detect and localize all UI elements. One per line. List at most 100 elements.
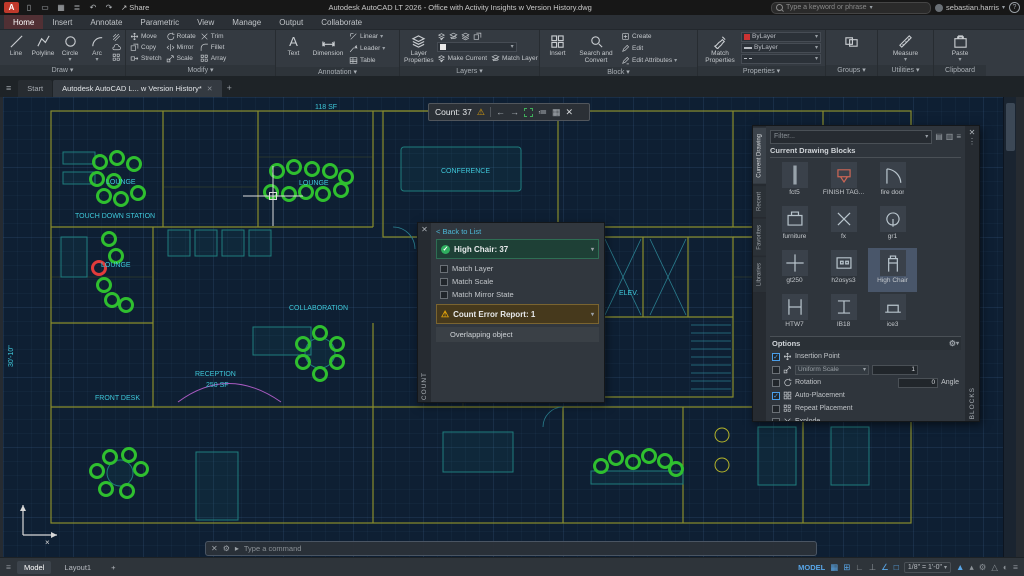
status-toggle-isolate[interactable]: ◐ bbox=[1003, 563, 1008, 572]
close-icon[interactable]: ✕ bbox=[421, 225, 428, 234]
block-item-htw7[interactable]: HTW7 bbox=[770, 292, 819, 336]
edit-block-button[interactable]: Edit bbox=[621, 43, 677, 54]
block-item-high-chair[interactable]: High Chair bbox=[868, 248, 917, 292]
block-item-gt250[interactable]: gt250 bbox=[770, 248, 819, 292]
count-group-header[interactable]: ✓ High Chair: 37 ▾ bbox=[436, 239, 599, 259]
new-file-icon[interactable]: ▯ bbox=[23, 2, 35, 13]
panel-label-utilities[interactable]: Utilities ▾ bbox=[878, 65, 933, 76]
scale-value-input[interactable]: 1 bbox=[872, 365, 918, 375]
chair-block[interactable] bbox=[132, 187, 145, 200]
close-icon[interactable]: ✕ bbox=[211, 544, 218, 553]
ribbon-tab-output[interactable]: Output bbox=[270, 15, 312, 29]
chevron-up-icon[interactable]: ▾ bbox=[956, 340, 959, 347]
checkbox[interactable]: ✓ bbox=[772, 353, 780, 361]
checkbox[interactable] bbox=[772, 418, 780, 422]
linear-button[interactable]: Linear▾ bbox=[349, 31, 385, 42]
insert-button[interactable]: Insert bbox=[544, 31, 571, 66]
tab-layout1[interactable]: Layout1 bbox=[57, 561, 98, 574]
circle-button[interactable]: Circle▾ bbox=[58, 31, 82, 64]
count-selection-icon[interactable] bbox=[524, 108, 533, 117]
chair-block[interactable] bbox=[610, 452, 623, 465]
layer-lock-icon[interactable] bbox=[461, 32, 470, 41]
auto-hide-icon[interactable]: ⋮ bbox=[968, 137, 976, 146]
chair-block[interactable] bbox=[306, 163, 319, 176]
option-rotation[interactable]: Rotation0Angle bbox=[770, 376, 961, 389]
hatch-icon[interactable] bbox=[112, 33, 121, 42]
move-button[interactable]: Move bbox=[130, 31, 162, 42]
match-layer-button[interactable]: Match Layer bbox=[491, 53, 538, 64]
rotate-button[interactable]: Rotate bbox=[166, 31, 196, 42]
chair-block[interactable] bbox=[128, 158, 141, 171]
account-menu[interactable]: sebastian.harris ▾ bbox=[935, 3, 1005, 12]
status-toggle-polar[interactable]: ∠ bbox=[881, 563, 889, 572]
match-properties-button[interactable]: Match Properties bbox=[702, 31, 738, 65]
blocks-tab-libraries[interactable]: Libraries bbox=[753, 257, 766, 292]
library-icon[interactable]: ▤ bbox=[935, 132, 943, 141]
next-icon[interactable]: → bbox=[510, 108, 519, 117]
chair-block[interactable] bbox=[317, 188, 330, 201]
option-auto-placement[interactable]: ✓Auto-Placement bbox=[770, 389, 961, 402]
chair-block[interactable] bbox=[103, 233, 116, 246]
block-item-fx[interactable]: fx bbox=[819, 204, 868, 248]
close-icon[interactable]: ✕ bbox=[565, 108, 573, 117]
save-icon[interactable]: ▦ bbox=[55, 2, 67, 13]
checkbox[interactable] bbox=[772, 366, 780, 374]
ribbon-tab-manage[interactable]: Manage bbox=[223, 15, 270, 29]
block-item-h2osys3[interactable]: h2osys3 bbox=[819, 248, 868, 292]
chair-block[interactable] bbox=[121, 485, 134, 498]
panel-label-groups[interactable]: Groups ▾ bbox=[826, 65, 877, 76]
tab-model[interactable]: Model bbox=[17, 561, 51, 574]
table-button[interactable]: Table bbox=[349, 55, 385, 66]
chair-block[interactable] bbox=[98, 190, 111, 203]
help-icon[interactable]: ? bbox=[1009, 2, 1020, 13]
chair-block[interactable] bbox=[314, 368, 327, 381]
share-button[interactable]: ↗Share bbox=[121, 3, 149, 12]
chair-block[interactable] bbox=[271, 165, 284, 178]
panel-label-clipboard[interactable]: Clipboard bbox=[934, 65, 986, 76]
copy-button[interactable]: Copy bbox=[130, 42, 162, 53]
status-toggle-infer[interactable]: ∟ bbox=[855, 563, 863, 572]
dimension-button[interactable]: Dimension bbox=[310, 31, 346, 66]
scrollbar-thumb[interactable] bbox=[1006, 103, 1015, 151]
scale-button[interactable]: Scale bbox=[166, 53, 196, 64]
redo-icon[interactable]: ↷ bbox=[103, 2, 115, 13]
edit-attributes-button[interactable]: Edit Attributes▾ bbox=[621, 55, 677, 66]
status-toggle-annotation-monitor[interactable]: △ bbox=[991, 563, 998, 572]
block-item-gr1[interactable]: gr1 bbox=[868, 204, 917, 248]
new-tab-button[interactable]: + bbox=[227, 83, 232, 93]
undo-icon[interactable]: ↶ bbox=[87, 2, 99, 13]
array-button[interactable]: Array bbox=[200, 53, 227, 64]
close-icon[interactable]: ✕ bbox=[207, 85, 213, 93]
blocks-tab-recent[interactable]: Recent bbox=[753, 186, 766, 217]
measure-button[interactable]: Measure▾ bbox=[888, 31, 924, 64]
open-file-icon[interactable]: ▭ bbox=[39, 2, 51, 13]
status-toggle-customization[interactable]: ≡ bbox=[1013, 563, 1018, 572]
vertical-scrollbar[interactable] bbox=[1003, 97, 1016, 557]
line-button[interactable]: Line bbox=[4, 31, 28, 64]
polyline-button[interactable]: Polyline bbox=[31, 31, 55, 64]
count-warning-icon[interactable]: ⚠ bbox=[477, 108, 485, 117]
option-insertion-point[interactable]: ✓Insertion Point bbox=[770, 350, 961, 363]
chair-block[interactable] bbox=[111, 152, 124, 165]
customize-icon[interactable]: ⚙ bbox=[223, 544, 230, 553]
palette-menu-icon[interactable]: ≡ bbox=[956, 132, 961, 141]
layer-select[interactable]: ▾ bbox=[437, 42, 517, 52]
status-toggle-autoscale[interactable]: ▴ bbox=[969, 563, 973, 572]
status-toggle-annotation-visibility[interactable]: ▲ bbox=[956, 563, 964, 572]
tab-start[interactable]: Start bbox=[18, 80, 52, 97]
model-space-button[interactable]: MODEL bbox=[798, 563, 825, 572]
ribbon-tab-insert[interactable]: Insert bbox=[43, 15, 81, 29]
chair-block[interactable] bbox=[324, 165, 337, 178]
gear-icon[interactable]: ⚙ bbox=[949, 339, 956, 348]
chair-block[interactable] bbox=[106, 294, 119, 307]
chair-block[interactable] bbox=[627, 456, 640, 469]
search-input[interactable]: Type a keyword or phrase ▾ bbox=[771, 2, 931, 14]
annotation-scale-button[interactable]: 1/8" = 1'-0"▾ bbox=[904, 562, 951, 573]
chair-block[interactable] bbox=[100, 483, 113, 496]
file-tab-menu-icon[interactable]: ≡ bbox=[6, 83, 11, 93]
error-item-overlapping-object[interactable]: Overlapping object bbox=[436, 327, 599, 342]
trim-button[interactable]: Trim bbox=[200, 31, 227, 42]
count-filter-match-mirror-state[interactable]: Match Mirror State bbox=[436, 288, 599, 301]
status-toggle-ortho[interactable]: ⊥ bbox=[869, 563, 876, 572]
chair-block[interactable] bbox=[98, 279, 111, 292]
